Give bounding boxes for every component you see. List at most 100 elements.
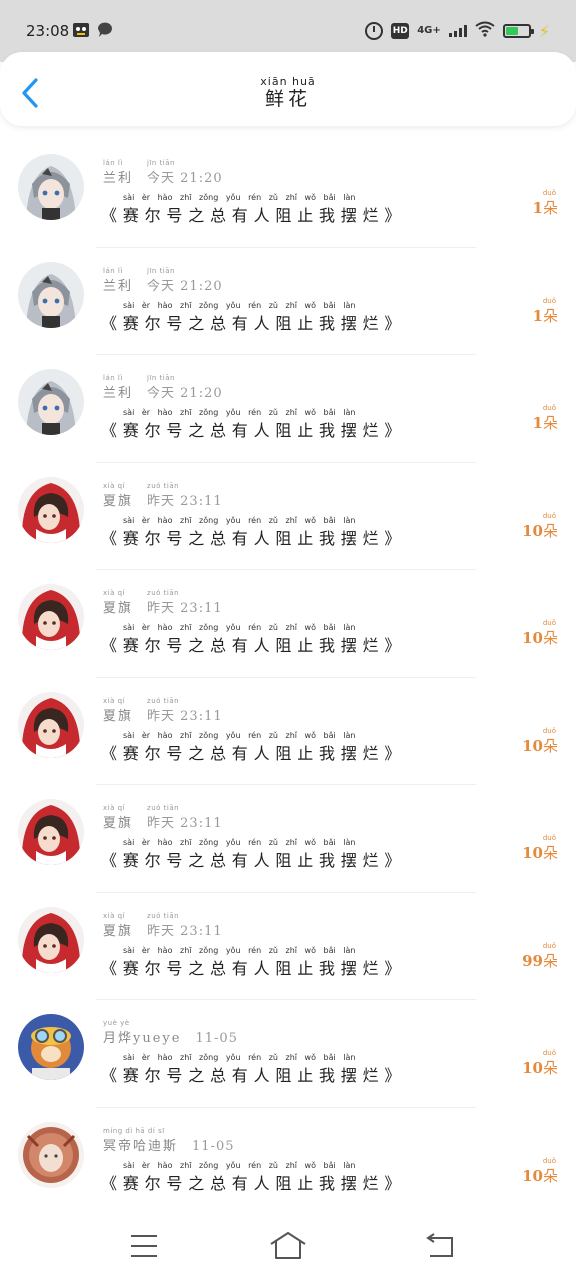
message-pinyin: sài èr hào zhī zǒng yǒu rén zǔ zhǐ wǒ bǎ… — [123, 193, 356, 202]
message: sài èr hào zhī zǒng yǒu rén zǔ zhǐ wǒ bǎ… — [101, 301, 406, 334]
avatar[interactable] — [18, 476, 84, 543]
time-block: jīn tiān 今天 21:20 — [147, 374, 223, 401]
unit-pinyin: duǒ — [542, 189, 556, 197]
flower-unit: 朵 — [542, 306, 558, 325]
timestamp: 昨天 23:11 — [147, 708, 223, 724]
avatar[interactable] — [18, 154, 84, 220]
flower-unit: 朵 — [542, 1059, 558, 1077]
app-notification-icon — [72, 21, 90, 39]
timestamp: 昨天 23:11 — [147, 493, 223, 509]
list-item[interactable]: lán lì 兰利 jīn tiān 今天 21:20 sài èr hào zhī z… — [0, 248, 576, 355]
flower-unit: 朵 — [542, 844, 558, 862]
back-icon — [426, 1233, 453, 1257]
sender-name-pinyin: xià qí — [103, 589, 125, 597]
time-pinyin: jīn tiān — [147, 374, 175, 382]
flower-amount: 10 — [522, 736, 543, 755]
message-text: 《赛尔号之总有人阻止我摆烂》 — [101, 421, 407, 440]
page-title-pinyin: xiān huā — [260, 75, 316, 88]
time-block: zuó tiān 昨天 23:11 — [147, 912, 223, 939]
message: sài èr hào zhī zǒng yǒu rén zǔ zhǐ wǒ bǎ… — [101, 516, 406, 549]
signal-icon — [448, 25, 467, 37]
message-text: 《赛尔号之总有人阻止我摆烂》 — [101, 743, 407, 763]
flower-count: duǒ 10朵 — [522, 727, 558, 756]
sender-block: míng dì hā dí sī 冥帝哈迪斯 — [103, 1127, 178, 1154]
time-block: jīn tiān 今天 21:20 — [147, 159, 223, 186]
battery-icon — [502, 24, 534, 38]
flower-count: duǒ 10朵 — [522, 1157, 558, 1186]
flower-count: duǒ 10朵 — [522, 512, 558, 541]
flower-unit: 朵 — [542, 629, 558, 647]
page-title: 鲜花 — [264, 88, 311, 110]
message: sài èr hào zhī zǒng yǒu rén zǔ zhǐ wǒ bǎ… — [101, 946, 406, 979]
message-notification-icon — [96, 21, 114, 39]
avatar[interactable] — [18, 1121, 84, 1188]
sender-name: 兰利 — [103, 171, 134, 186]
message: sài èr hào zhī zǒng yǒu rén zǔ zhǐ wǒ bǎ… — [101, 1053, 406, 1086]
status-icons: HD 4G+ ⚡ — [365, 19, 550, 43]
sender-block: xià qí 夏旗 — [103, 804, 133, 831]
system-back-button[interactable] — [420, 1230, 460, 1262]
message: sài èr hào zhī zǒng yǒu rén zǔ zhǐ wǒ bǎ… — [101, 408, 406, 441]
message-pinyin: sài èr hào zhī zǒng yǒu rén zǔ zhǐ wǒ bǎ… — [123, 1053, 356, 1062]
sender-name: 夏旗 — [103, 708, 134, 724]
flower-amount: 1 — [532, 199, 543, 217]
sender-name-pinyin: lán lì — [103, 374, 123, 382]
message-pinyin: sài èr hào zhī zǒng yǒu rén zǔ zhǐ wǒ bǎ… — [123, 515, 356, 525]
flower-amount: 10 — [522, 844, 543, 862]
timestamp: 今天 21:20 — [147, 278, 223, 294]
time-block: zuó tiān 昨天 23:11 — [147, 589, 223, 616]
flower-unit: 朵 — [542, 951, 558, 970]
time-pinyin: zuó tiān — [147, 911, 180, 920]
time-block: zuó tiān 昨天 23:11 — [147, 482, 223, 509]
avatar[interactable] — [18, 1014, 84, 1080]
list-item[interactable]: yuè yè 月烨yueye 11-05 sài èr hào zhī zǒng yǒ… — [0, 1000, 576, 1108]
list-item[interactable]: xià qí 夏旗 zuó tiān 昨天 23:11 sài èr hào zhī z… — [0, 893, 576, 1000]
sender-name: 兰利 — [103, 278, 134, 294]
list-item[interactable]: lán lì 兰利 jīn tiān 今天 21:20 sài èr hào zhī z… — [0, 140, 576, 248]
sender-block: lán lì 兰利 — [103, 267, 133, 294]
list-item[interactable]: xià qí 夏旗 zuó tiān 昨天 23:11 sài èr hào zhī z… — [0, 570, 576, 678]
sender-block: xià qí 夏旗 — [103, 589, 133, 616]
flower-count: duǒ 10朵 — [522, 834, 558, 863]
avatar[interactable] — [18, 584, 84, 650]
unit-pinyin: duǒ — [542, 619, 556, 627]
flower-count: duǒ 99朵 — [522, 942, 558, 971]
avatar[interactable] — [18, 261, 84, 328]
time-pinyin: zuó tiān — [147, 804, 180, 812]
unit-pinyin: duǒ — [542, 834, 556, 842]
home-button[interactable] — [268, 1230, 308, 1262]
flower-unit: 朵 — [542, 736, 558, 755]
avatar[interactable] — [18, 369, 84, 435]
sender-name: 兰利 — [103, 386, 134, 401]
list-item[interactable]: xià qí 夏旗 zuó tiān 昨天 23:11 sài èr hào zhī z… — [0, 678, 576, 785]
avatar[interactable] — [18, 691, 84, 758]
sender-name-pinyin: míng dì hā dí sī — [103, 1126, 165, 1135]
timestamp: 11-05 — [195, 1031, 238, 1046]
item-meta: xià qí 夏旗 zuó tiān 昨天 23:11 — [103, 912, 223, 939]
item-meta: lán lì 兰利 jīn tiān 今天 21:20 — [103, 267, 223, 294]
time-pinyin: zuó tiān — [147, 696, 180, 705]
menu-button[interactable] — [124, 1230, 164, 1262]
list-item[interactable]: lán lì 兰利 jīn tiān 今天 21:20 sài èr hào zhī z… — [0, 355, 576, 463]
sender-name: 夏旗 — [103, 816, 134, 831]
time-block: 11-05 — [195, 1031, 237, 1046]
list-item[interactable]: míng dì hā dí sī 冥帝哈迪斯 11-05 sài èr hào zhī… — [0, 1108, 576, 1215]
flower-count: duǒ 1朵 — [533, 189, 558, 218]
time-pinyin: jīn tiān — [147, 159, 175, 167]
unit-pinyin: duǒ — [542, 511, 556, 520]
avatar[interactable] — [18, 906, 84, 973]
list-item[interactable]: xià qí 夏旗 zuó tiān 昨天 23:11 sài èr hào zhī z… — [0, 785, 576, 893]
sender-name-pinyin: yuè yè — [103, 1019, 130, 1027]
flower-count: duǒ 1朵 — [533, 404, 558, 433]
list-item[interactable]: xià qí 夏旗 zuó tiān 昨天 23:11 sài èr hào zhī z… — [0, 463, 576, 570]
time-block: zuó tiān 昨天 23:11 — [147, 697, 223, 724]
item-meta: xià qí 夏旗 zuó tiān 昨天 23:11 — [103, 589, 223, 616]
flower-unit: 朵 — [542, 521, 558, 540]
gift-list: lán lì 兰利 jīn tiān 今天 21:20 sài èr hào zhī z… — [0, 140, 576, 1215]
sender-name: 月烨yueye — [103, 1031, 182, 1046]
avatar[interactable] — [18, 799, 84, 865]
timestamp: 今天 21:20 — [147, 171, 223, 186]
sender-name: 夏旗 — [103, 601, 134, 616]
flower-amount: 10 — [522, 629, 543, 647]
sender-name: 夏旗 — [103, 923, 134, 939]
